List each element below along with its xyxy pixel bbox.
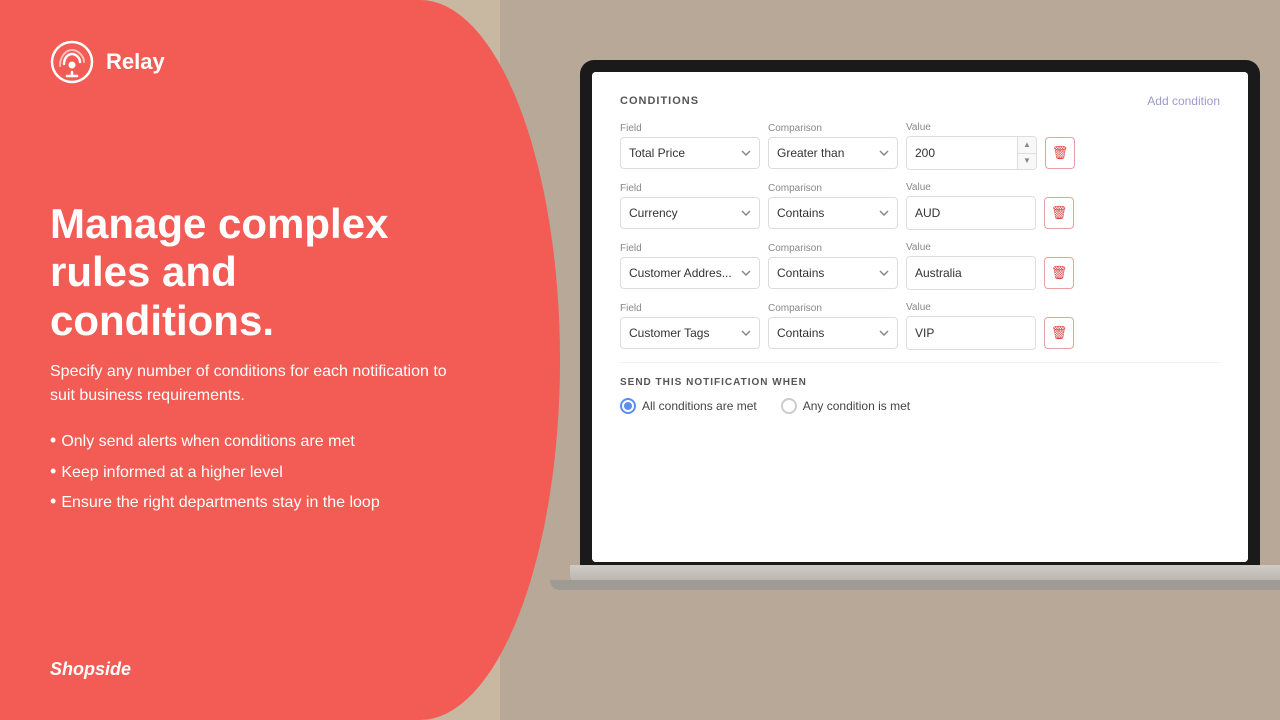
condition-row-4: Field Customer Tags Comparison Contains …: [620, 302, 1220, 350]
value-input-wrap-4: [906, 316, 1036, 350]
value-input-2[interactable]: [907, 197, 1035, 229]
divider: [620, 362, 1220, 363]
value-group-1: Value ▲ ▼: [906, 122, 1037, 170]
comparison-group-4: Comparison Contains: [768, 303, 898, 349]
field-label-2: Field: [620, 183, 760, 194]
panel-header: CONDITIONS Add condition: [620, 94, 1220, 108]
comparison-select-4[interactable]: Contains: [768, 317, 898, 349]
value-label-3: Value: [906, 242, 1036, 253]
value-label-2: Value: [906, 182, 1036, 193]
value-spinners-1: ▲ ▼: [1017, 137, 1036, 169]
value-label-4: Value: [906, 302, 1036, 313]
field-select-3[interactable]: Customer Addres...: [620, 257, 760, 289]
value-label-1: Value: [906, 122, 1037, 133]
bullet-item-1: Only send alerts when conditions are met: [50, 425, 380, 456]
value-group-2: Value: [906, 182, 1036, 230]
radio-item-any[interactable]: Any condition is met: [781, 398, 910, 414]
field-group-2: Field Currency: [620, 183, 760, 229]
value-group-4: Value: [906, 302, 1036, 350]
bullet-item-3: Ensure the right departments stay in the…: [50, 486, 380, 517]
conditions-panel: CONDITIONS Add condition Field Total Pri…: [592, 72, 1248, 562]
comparison-label-3: Comparison: [768, 243, 898, 254]
condition-row-1: Field Total Price Comparison Greater tha…: [620, 122, 1220, 170]
left-panel: Relay Manage complex rules and condition…: [0, 0, 560, 720]
comparison-select-2[interactable]: Contains: [768, 197, 898, 229]
field-group-4: Field Customer Tags: [620, 303, 760, 349]
comparison-group-1: Comparison Greater than: [768, 123, 898, 169]
comparison-select-3[interactable]: Contains: [768, 257, 898, 289]
delete-button-2[interactable]: 🗑: [1044, 197, 1074, 229]
value-input-wrap-3: [906, 256, 1036, 290]
comparison-label-1: Comparison: [768, 123, 898, 134]
logo-area: Relay: [50, 40, 165, 84]
logo-text: Relay: [106, 49, 165, 75]
value-input-3[interactable]: [907, 257, 1035, 289]
spinner-down-1[interactable]: ▼: [1018, 154, 1036, 170]
field-select-2[interactable]: Currency: [620, 197, 760, 229]
comparison-label-2: Comparison: [768, 183, 898, 194]
feature-list: Only send alerts when conditions are met…: [50, 425, 380, 517]
radio-item-all[interactable]: All conditions are met: [620, 398, 757, 414]
radio-label-any: Any condition is met: [803, 399, 910, 413]
main-headline: Manage complex rules and conditions.: [50, 200, 470, 345]
field-label-4: Field: [620, 303, 760, 314]
radio-group: All conditions are met Any condition is …: [620, 398, 1220, 414]
value-group-3: Value: [906, 242, 1036, 290]
comparison-label-4: Comparison: [768, 303, 898, 314]
delete-button-1[interactable]: 🗑: [1045, 137, 1075, 169]
conditions-title: CONDITIONS: [620, 95, 699, 107]
laptop-base-bottom: [550, 580, 1280, 590]
add-condition-button[interactable]: Add condition: [1147, 94, 1220, 108]
condition-row-3: Field Customer Addres... Comparison Cont…: [620, 242, 1220, 290]
bullet-item-2: Keep informed at a higher level: [50, 456, 380, 487]
laptop-wrapper: CONDITIONS Add condition Field Total Pri…: [580, 60, 1260, 570]
radio-label-all: All conditions are met: [642, 399, 757, 413]
field-group-3: Field Customer Addres...: [620, 243, 760, 289]
field-select-4[interactable]: Customer Tags: [620, 317, 760, 349]
comparison-group-3: Comparison Contains: [768, 243, 898, 289]
field-label-3: Field: [620, 243, 760, 254]
value-input-4[interactable]: [907, 317, 1035, 349]
relay-logo-icon: [50, 40, 94, 84]
value-input-wrap-1: ▲ ▼: [906, 136, 1037, 170]
condition-row-2: Field Currency Comparison Contains Value: [620, 182, 1220, 230]
value-input-1[interactable]: [907, 137, 1017, 169]
spinner-up-1[interactable]: ▲: [1018, 137, 1036, 154]
value-input-wrap-2: [906, 196, 1036, 230]
shopside-brand: Shopside: [50, 659, 131, 680]
comparison-group-2: Comparison Contains: [768, 183, 898, 229]
delete-button-3[interactable]: 🗑: [1044, 257, 1074, 289]
subtitle-text: Specify any number of conditions for eac…: [50, 360, 470, 408]
radio-circle-any: [781, 398, 797, 414]
field-group-1: Field Total Price: [620, 123, 760, 169]
field-label-1: Field: [620, 123, 760, 134]
comparison-select-1[interactable]: Greater than: [768, 137, 898, 169]
radio-circle-all: [620, 398, 636, 414]
laptop-screen: CONDITIONS Add condition Field Total Pri…: [592, 72, 1248, 562]
delete-button-4[interactable]: 🗑: [1044, 317, 1074, 349]
field-select-1[interactable]: Total Price: [620, 137, 760, 169]
send-label: SEND THIS NOTIFICATION WHEN: [620, 377, 1220, 388]
send-section: SEND THIS NOTIFICATION WHEN All conditio…: [620, 377, 1220, 414]
